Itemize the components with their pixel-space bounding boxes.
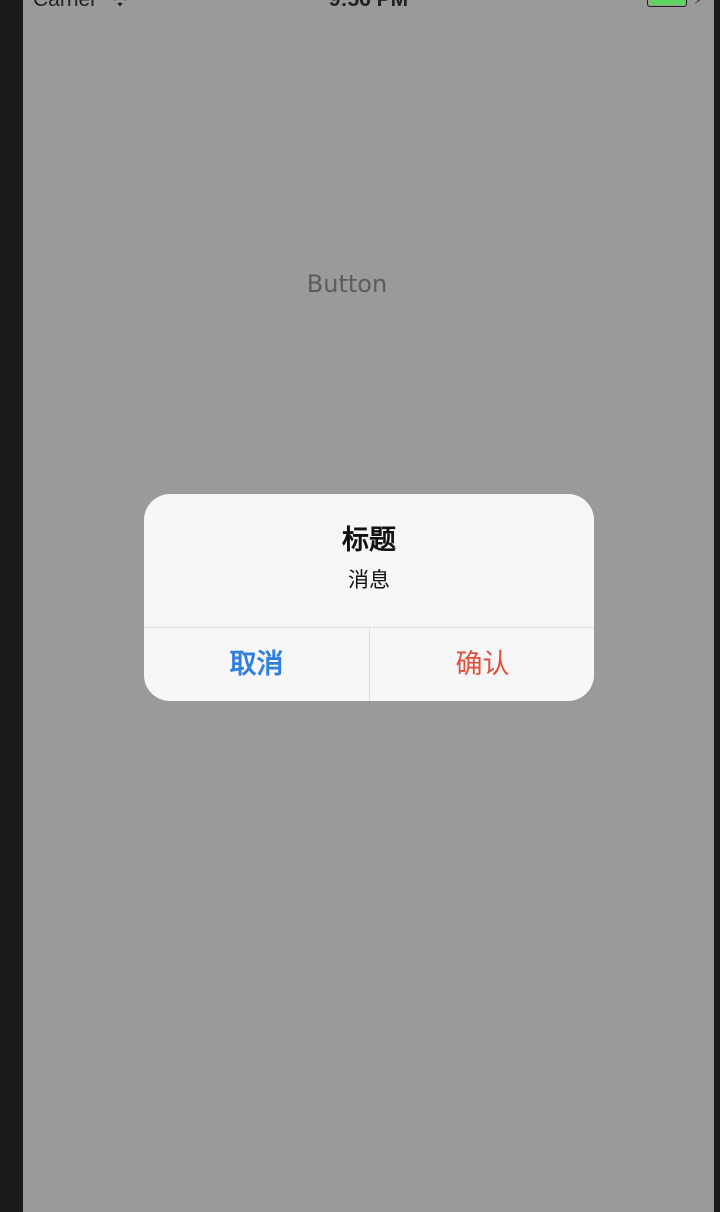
alert-dialog: 标题 消息 取消 确认: [144, 494, 594, 701]
main-button[interactable]: Button: [23, 266, 671, 302]
alert-title: 标题: [342, 525, 396, 556]
clock-time: 9:56 PM: [23, 0, 714, 13]
alert-message: 消息: [348, 568, 390, 592]
app-screen: Carrier 9:56 PM ⚡ Button 标题 消息 取消 确认: [23, 0, 714, 1212]
battery-level: [649, 0, 685, 5]
status-bar: Carrier 9:56 PM ⚡: [23, 0, 714, 13]
battery-icon: [647, 0, 687, 7]
cancel-button[interactable]: 取消: [144, 628, 369, 701]
charging-bolt-icon: ⚡: [693, 0, 706, 9]
confirm-button[interactable]: 确认: [370, 628, 594, 701]
